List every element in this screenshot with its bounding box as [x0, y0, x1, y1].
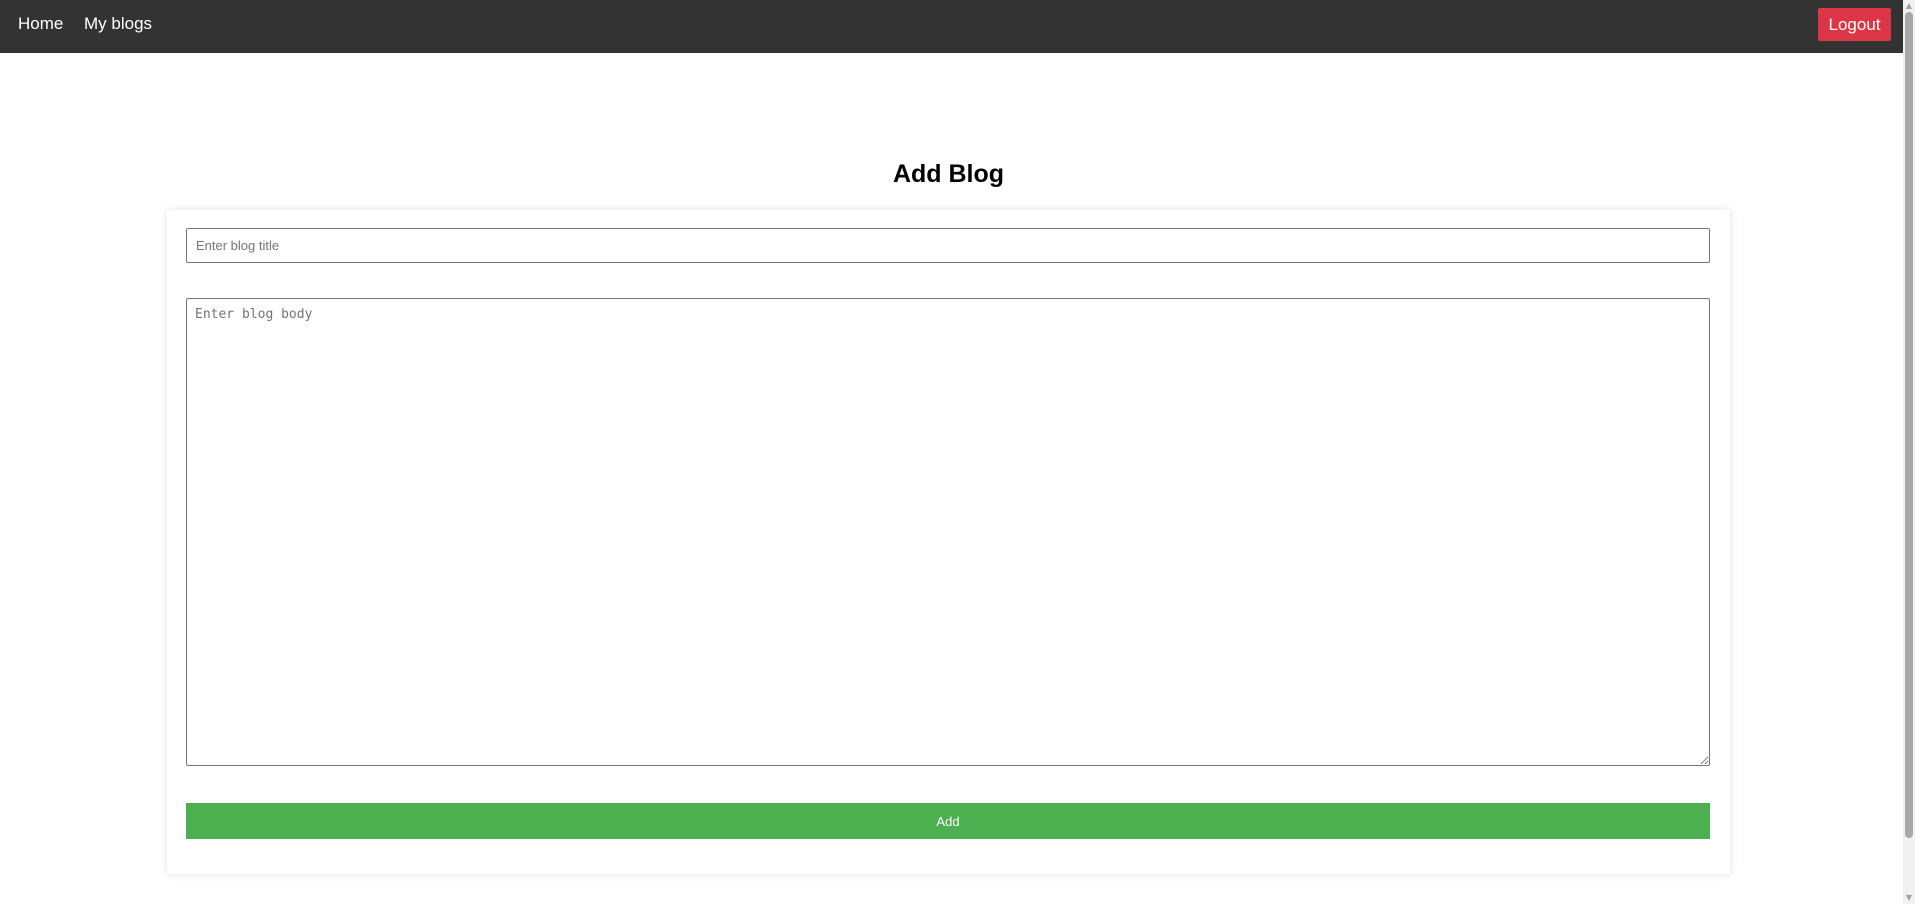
blog-title-input[interactable]: [186, 228, 1710, 263]
nav-link-home[interactable]: Home: [18, 14, 63, 34]
blog-body-textarea[interactable]: [186, 298, 1710, 766]
vertical-scrollbar[interactable]: ▲ ▼: [1903, 0, 1915, 904]
logout-button[interactable]: Logout: [1818, 8, 1891, 41]
scrollbar-thumb[interactable]: [1905, 12, 1913, 838]
top-navbar: Home My blogs Logout: [0, 0, 1903, 53]
add-blog-form: Add: [167, 210, 1730, 874]
triangle-up-icon[interactable]: ▲: [1903, 0, 1915, 12]
triangle-down-icon[interactable]: ▼: [1903, 892, 1915, 904]
add-blog-button[interactable]: Add: [186, 803, 1710, 839]
page-title: Add Blog: [892, 160, 1005, 188]
nav-link-my-blogs[interactable]: My blogs: [84, 14, 152, 34]
